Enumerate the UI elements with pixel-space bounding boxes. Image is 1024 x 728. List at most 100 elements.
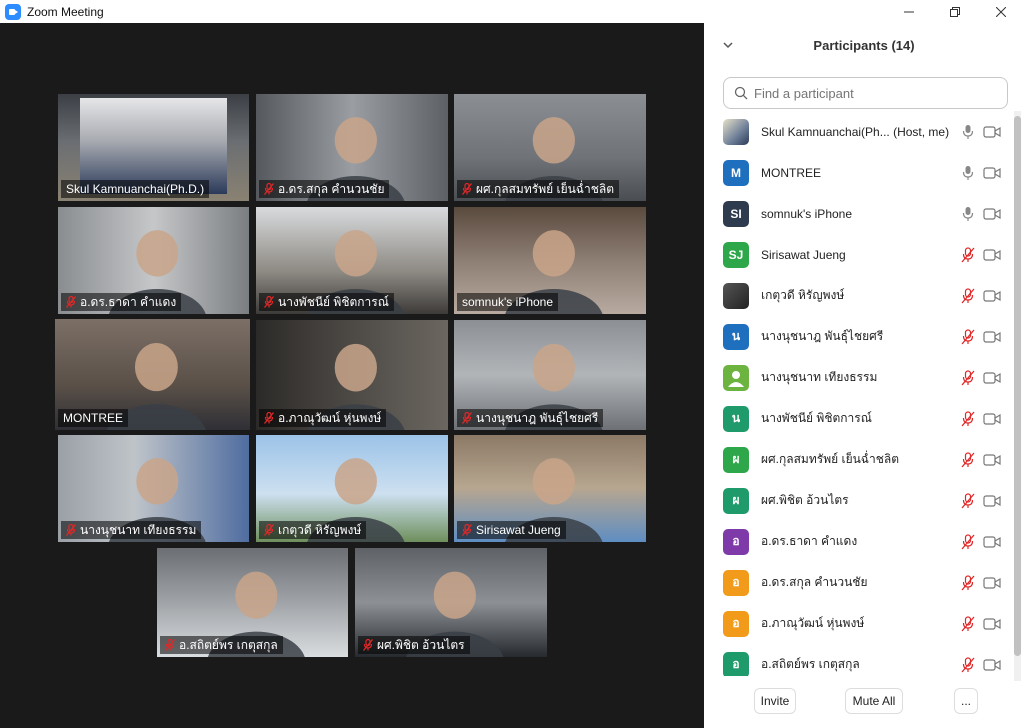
microphone-icon[interactable]: [961, 165, 975, 181]
participant-row[interactable]: M MONTREE: [704, 152, 1016, 193]
avatar: ผ: [723, 446, 749, 473]
participant-row[interactable]: อ อ.ภาณุวัฒน์ หุ่นพงษ์: [704, 603, 1016, 644]
video-tile[interactable]: อ.ภาณุวัฒน์ หุ่นพงษ์: [256, 320, 448, 430]
video-camera-icon[interactable]: [983, 453, 1001, 467]
video-camera-icon[interactable]: [983, 576, 1001, 590]
video-tile[interactable]: ผศ.กุลสมทรัพย์ เย็นฉ่ำชลิต: [454, 94, 646, 201]
participant-row[interactable]: นางนุชนาท เทียงธรรม: [704, 357, 1016, 398]
mic-muted-icon[interactable]: [961, 287, 975, 304]
search-icon: [734, 86, 748, 100]
mic-muted-icon[interactable]: [961, 615, 975, 632]
microphone-icon[interactable]: [961, 206, 975, 222]
participant-row[interactable]: SJ Sirisawat Jueng: [704, 234, 1016, 275]
participant-name: อ.สถิตย์พร เกตุสกุล: [761, 657, 860, 671]
microphone-icon[interactable]: [961, 124, 975, 140]
video-camera-icon[interactable]: [983, 207, 1001, 221]
video-camera-icon[interactable]: [983, 125, 1001, 139]
tile-name-label: อ.ดร.ธาดา คำแดง: [61, 293, 182, 311]
tile-name: อ.ดร.สกุล คำนวนชัย: [278, 181, 385, 196]
video-tile[interactable]: ผศ.พิชิต อ้วนไตร: [355, 548, 547, 657]
video-camera-icon[interactable]: [983, 617, 1001, 631]
mic-muted-icon[interactable]: [961, 656, 975, 673]
tile-name: Skul Kamnuanchai(Ph.D.): [66, 182, 205, 196]
video-tile[interactable]: นางพัชนีย์ พิชิตการณ์: [256, 207, 448, 314]
participant-name: อ.ภาณุวัฒน์ หุ่นพงษ์: [761, 616, 865, 630]
window-title: Zoom Meeting: [27, 4, 104, 19]
avatar: อ: [723, 569, 749, 596]
tile-name: MONTREE: [63, 411, 123, 425]
participant-list: Skul Kamnuanchai(Ph... (Host, me) M MONTRE…: [704, 111, 1016, 676]
mic-muted-icon[interactable]: [961, 533, 975, 550]
participant-row[interactable]: อ อ.สถิตย์พร เกตุสกุล: [704, 644, 1016, 676]
invite-button[interactable]: Invite: [754, 688, 796, 714]
more-button[interactable]: ...: [954, 688, 978, 714]
participant-row[interactable]: น นางนุชนาฎ พันธุ์ไชยศรี: [704, 316, 1016, 357]
video-tile[interactable]: อ.ดร.สกุล คำนวนชัย: [256, 94, 448, 201]
mic-muted-icon[interactable]: [961, 574, 975, 591]
tile-name: อ.สถิตย์พร เกตุสกุล: [179, 637, 278, 652]
mic-muted-icon: [66, 296, 76, 308]
video-tile[interactable]: Skul Kamnuanchai(Ph.D.): [58, 94, 249, 201]
participant-row[interactable]: น นางพัชนีย์ พิชิตการณ์: [704, 398, 1016, 439]
video-tile[interactable]: อ.ดร.ธาดา คำแดง: [58, 207, 249, 314]
mic-muted-icon[interactable]: [961, 492, 975, 509]
participant-name: เกตุวดี หิรัญพงษ์: [761, 288, 845, 302]
mic-muted-icon[interactable]: [961, 246, 975, 263]
mic-muted-icon[interactable]: [961, 451, 975, 468]
tile-name: นางนุชนาฎ พันธุ์ไชยศรี: [476, 410, 599, 425]
mic-muted-icon: [462, 524, 472, 536]
video-camera-icon[interactable]: [983, 494, 1001, 508]
mic-muted-icon[interactable]: [961, 328, 975, 345]
video-tile[interactable]: อ.สถิตย์พร เกตุสกุล: [157, 548, 348, 657]
video-camera-icon[interactable]: [983, 289, 1001, 303]
minimize-button[interactable]: [886, 0, 932, 23]
video-tile[interactable]: เกตุวดี หิรัญพงษ์: [256, 435, 448, 542]
video-camera-icon[interactable]: [983, 535, 1001, 549]
scrollbar-thumb[interactable]: [1014, 116, 1021, 656]
participant-name: อ.ดร.ธาดา คำแดง: [761, 534, 858, 548]
avatar: ผ: [723, 487, 749, 514]
participant-row[interactable]: อ อ.ดร.ธาดา คำแดง: [704, 521, 1016, 562]
participant-row[interactable]: เกตุวดี หิรัญพงษ์: [704, 275, 1016, 316]
mic-muted-icon: [462, 412, 472, 424]
video-tile[interactable]: นางนุชนาฎ พันธุ์ไชยศรี: [454, 320, 646, 430]
mute-all-button[interactable]: Mute All: [845, 688, 903, 714]
participant-row[interactable]: ผ ผศ.กุลสมทรัพย์ เย็นฉ่ำชลิต: [704, 439, 1016, 480]
avatar-initials: ผ: [732, 493, 740, 507]
tile-name: นางนุชนาท เทียงธรรม: [80, 522, 197, 537]
video-tile[interactable]: Sirisawat Jueng: [454, 435, 646, 542]
search-input[interactable]: [754, 85, 984, 101]
participant-row[interactable]: SI somnuk's iPhone: [704, 193, 1016, 234]
tile-name-label: อ.ดร.สกุล คำนวนชัย: [259, 180, 390, 198]
tile-name-label: นางนุชนาท เทียงธรรม: [61, 521, 202, 539]
participant-name: Skul Kamnuanchai(Ph... (Host, me): [761, 124, 950, 139]
video-tile[interactable]: นางนุชนาท เทียงธรรม: [58, 435, 249, 542]
video-camera-icon[interactable]: [983, 371, 1001, 385]
participant-search[interactable]: [723, 77, 1008, 109]
video-camera-icon[interactable]: [983, 412, 1001, 426]
tile-name-label: ผศ.กุลสมทรัพย์ เย็นฉ่ำชลิต: [457, 180, 620, 198]
video-camera-icon[interactable]: [983, 166, 1001, 180]
mic-muted-icon[interactable]: [961, 369, 975, 386]
panel-title: Participants (14): [813, 38, 915, 53]
tile-name-label: อ.ภาณุวัฒน์ หุ่นพงษ์: [259, 409, 387, 427]
video-camera-icon[interactable]: [983, 658, 1001, 672]
video-tile[interactable]: MONTREE: [55, 319, 250, 430]
window-controls: [886, 0, 1024, 23]
participant-list-scrollbar[interactable]: [1014, 111, 1021, 681]
participant-row[interactable]: Skul Kamnuanchai(Ph... (Host, me): [704, 111, 1016, 152]
participant-row[interactable]: ผ ผศ.พิชิต อ้วนไตร: [704, 480, 1016, 521]
close-button[interactable]: [978, 0, 1024, 23]
mic-muted-icon: [462, 183, 472, 195]
chevron-down-icon[interactable]: [723, 40, 733, 50]
avatar: [723, 364, 749, 391]
participant-name: อ.ดร.สกุล คำนวนชัย: [761, 575, 868, 589]
video-tile[interactable]: somnuk's iPhone: [454, 207, 646, 314]
mic-muted-icon[interactable]: [961, 410, 975, 427]
avatar: อ: [723, 610, 749, 637]
participant-row[interactable]: อ อ.ดร.สกุล คำนวนชัย: [704, 562, 1016, 603]
maximize-button[interactable]: [932, 0, 978, 23]
panel-footer: Invite Mute All ...: [704, 683, 1024, 728]
video-camera-icon[interactable]: [983, 248, 1001, 262]
video-camera-icon[interactable]: [983, 330, 1001, 344]
